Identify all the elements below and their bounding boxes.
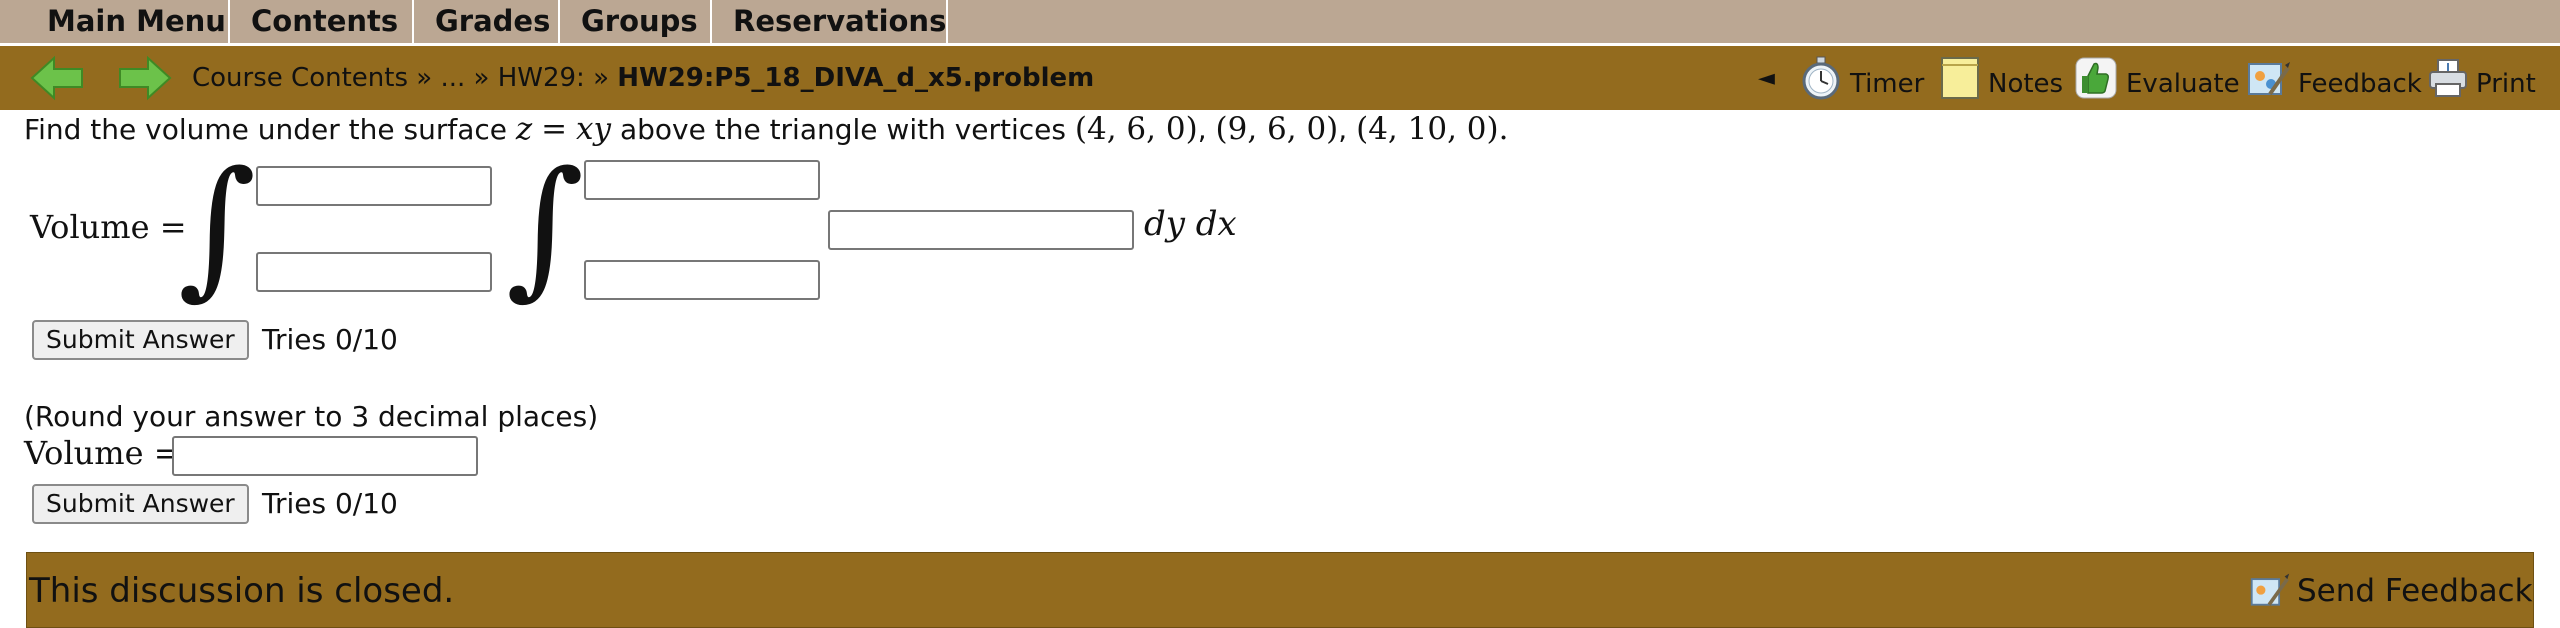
breadcrumb-ellipsis[interactable]: ... xyxy=(440,63,465,93)
volume-answer-input[interactable] xyxy=(172,436,478,476)
print-button[interactable]: Print xyxy=(2426,54,2556,102)
menu-tab-main-menu[interactable]: Main Menu xyxy=(26,0,230,43)
integrand-input[interactable] xyxy=(828,210,1134,250)
breadcrumb-separator: » xyxy=(473,63,490,93)
volume-label-part1: Volume = xyxy=(30,208,187,246)
printer-icon xyxy=(2429,59,2467,97)
menu-tab-reservations[interactable]: Reservations xyxy=(712,0,948,43)
vertex-3: (4, 10, 0) xyxy=(1356,111,1499,147)
feedback-label: Feedback xyxy=(2298,69,2422,99)
rounding-hint: (Round your answer to 3 decimal places) xyxy=(24,400,599,433)
comma: , xyxy=(1338,113,1348,146)
feedback-button[interactable]: Feedback xyxy=(2246,54,2436,102)
problem-intro: Find the volume under the surface xyxy=(24,113,507,146)
breadcrumb-current-problem: HW29:P5_18_DIVA_d_x5.problem xyxy=(617,63,1095,93)
send-feedback-label: Send Feedback xyxy=(2297,573,2533,609)
notes-button[interactable]: Notes xyxy=(1940,54,2080,102)
inner-integral-sign: ∫ xyxy=(506,140,585,314)
inner-lower-limit-input[interactable] xyxy=(584,260,820,300)
notepad-icon xyxy=(1941,57,1979,99)
breadcrumb-hw29[interactable]: HW29: xyxy=(498,63,585,93)
outer-integral-sign: ∫ xyxy=(178,140,257,314)
print-label: Print xyxy=(2476,69,2536,99)
forward-arrow-icon[interactable] xyxy=(118,55,172,101)
feedback-icon xyxy=(2248,62,2290,96)
vertex-2: (9, 6, 0) xyxy=(1215,111,1339,147)
problem-middle: above the triangle with vertices xyxy=(619,113,1066,146)
evaluate-button[interactable]: Evaluate xyxy=(2074,54,2254,102)
period: . xyxy=(1498,111,1509,147)
outer-upper-limit-input[interactable] xyxy=(256,166,492,206)
breadcrumb-separator: » xyxy=(593,63,609,93)
notes-label: Notes xyxy=(1988,69,2064,99)
menu-tab-groups[interactable]: Groups xyxy=(560,0,712,43)
thumbs-up-icon xyxy=(2075,57,2117,99)
vertex-1: (4, 6, 0) xyxy=(1074,111,1198,147)
inner-upper-limit-input[interactable] xyxy=(584,160,820,200)
collapse-toolbar-icon[interactable]: ◄ xyxy=(1758,64,1775,94)
evaluate-label: Evaluate xyxy=(2126,69,2240,99)
breadcrumb: Course Contents » ... » HW29: » HW29:P5_… xyxy=(192,62,1094,94)
back-arrow-icon[interactable] xyxy=(30,55,84,101)
menu-tab-contents[interactable]: Contents xyxy=(230,0,414,43)
navigation-bar: Course Contents » ... » HW29: » HW29:P5_… xyxy=(0,46,2560,110)
send-feedback-icon xyxy=(2250,573,2290,606)
menu-tab-grades[interactable]: Grades xyxy=(414,0,560,43)
comma: , xyxy=(1197,113,1207,146)
tries-counter-part1: Tries 0/10 xyxy=(262,323,398,356)
discussion-bar: This discussion is closed. Send Feedback xyxy=(26,552,2534,628)
submit-answer-button-part2[interactable]: Submit Answer xyxy=(32,484,249,524)
main-menu-bar: Main Menu Contents Grades Groups Reserva… xyxy=(0,0,2560,43)
differentials: dy dx xyxy=(1144,204,1237,244)
timer-label: Timer xyxy=(1850,69,1925,99)
breadcrumb-course-contents[interactable]: Course Contents xyxy=(192,63,408,93)
submit-answer-button-part1[interactable]: Submit Answer xyxy=(32,320,249,360)
discussion-status: This discussion is closed. xyxy=(29,571,455,611)
volume-label-part2: Volume = xyxy=(24,434,181,472)
tries-counter-part2: Tries 0/10 xyxy=(262,487,398,520)
outer-lower-limit-input[interactable] xyxy=(256,252,492,292)
timer-button[interactable]: Timer xyxy=(1800,54,1950,102)
send-feedback-button[interactable]: Send Feedback xyxy=(2249,567,2533,615)
stopwatch-icon xyxy=(1802,56,1840,100)
breadcrumb-separator: » xyxy=(416,63,433,93)
